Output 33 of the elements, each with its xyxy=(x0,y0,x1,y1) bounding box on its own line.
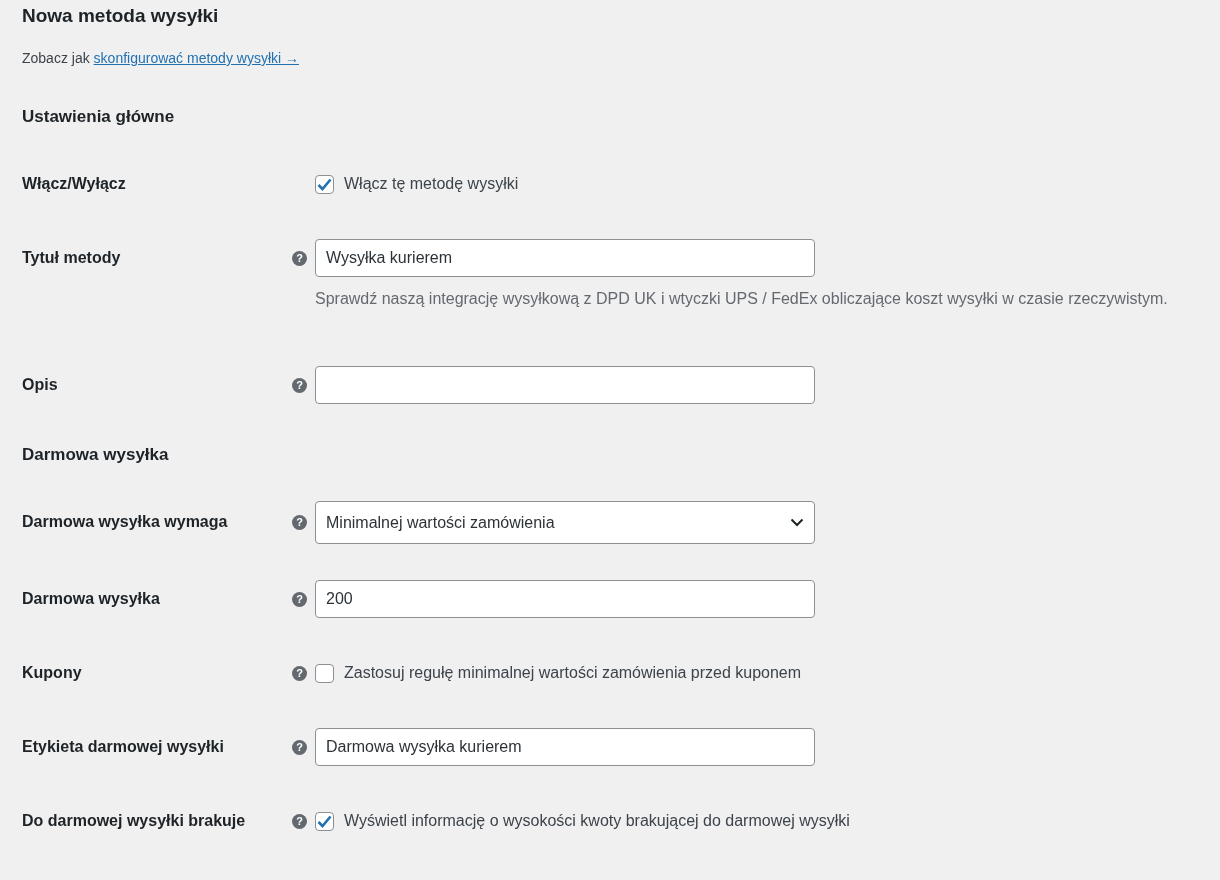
section-heading: Ustawienia główne xyxy=(22,106,176,128)
checkbox[interactable] xyxy=(315,174,334,194)
text-field[interactable]: Darmowa wysyłka kurierem xyxy=(315,728,815,766)
field-label: Etykieta darmowej wysyłki xyxy=(22,737,225,757)
field-label: Opis xyxy=(22,375,59,395)
text-field[interactable]: Wysyłka kurierem xyxy=(315,239,815,277)
checkbox[interactable] xyxy=(315,663,334,683)
field-label: Kupony xyxy=(22,663,83,683)
checkbox-label: Włącz tę metodę wysyłki xyxy=(344,175,519,193)
help-icon[interactable]: ? xyxy=(292,813,307,829)
help-icon[interactable]: ? xyxy=(292,665,307,681)
field-label: Darmowa wysyłka xyxy=(22,589,161,609)
checkbox[interactable] xyxy=(315,811,334,831)
checkbox-label: Wyświetl informację o wysokości kwoty brakującej do darmowej wysyłki xyxy=(344,812,850,830)
select-field[interactable]: Minimalnej wartości zamówienia xyxy=(315,501,815,544)
help-icon[interactable]: ? xyxy=(292,377,307,393)
text-field[interactable]: 200 xyxy=(315,580,815,618)
intro-text: Zobacz jak skonfigurować metody wysyłki → xyxy=(22,49,300,68)
help-icon[interactable]: ? xyxy=(292,739,307,755)
field-label: Tytuł metody xyxy=(22,248,122,268)
configure-link[interactable]: skonfigurować metody wysyłki → xyxy=(93,50,299,66)
field-label: Darmowa wysyłka wymaga xyxy=(22,512,229,532)
field-label: Do darmowej wysyłki brakuje xyxy=(22,811,247,831)
field-description: Sprawdź naszą integrację wysyłkową z DPD UK i wtyczki UPS / FedEx obliczające koszt wysyłki w czasie rzeczywistym. xyxy=(315,289,1168,309)
help-icon[interactable]: ? xyxy=(292,514,307,530)
help-icon[interactable]: ? xyxy=(292,591,307,607)
text-field[interactable] xyxy=(315,366,815,404)
field-label: Włącz/Wyłącz xyxy=(22,174,127,194)
section-heading: Darmowa wysyłka xyxy=(22,444,170,466)
checkbox-label: Zastosuj regułę minimalnej wartości zamówienia przed kuponem xyxy=(344,664,802,682)
help-icon[interactable]: ? xyxy=(292,250,307,266)
chevron-down-icon xyxy=(790,518,804,527)
page-title: Nowa metoda wysyłki xyxy=(22,4,220,28)
